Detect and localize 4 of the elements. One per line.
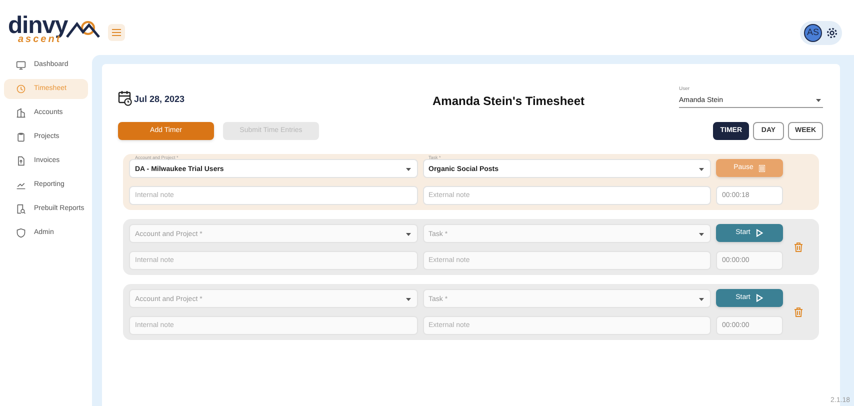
logo: dinvy ascent [8,18,100,48]
user-avatar[interactable]: AS [804,24,822,42]
timesheet-title: Amanda Stein's Timesheet [431,93,586,110]
timesheet-date: Jul 28, 2023 [134,93,185,106]
